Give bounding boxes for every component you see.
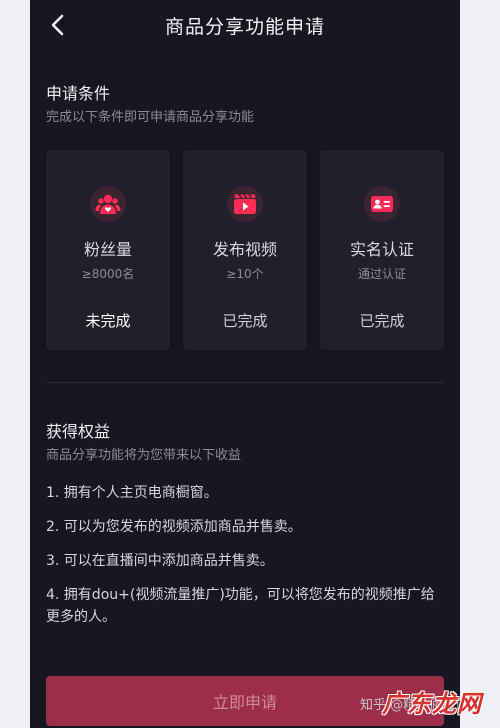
card-requirement: 通过认证 xyxy=(357,267,406,281)
card-name: 发布视频 xyxy=(212,240,277,259)
benefits-list: 1. 拥有个人主页电商橱窗。 2. 可以为您发布的视频添加商品并售卖。 3. 可… xyxy=(46,482,446,640)
fans-icon xyxy=(90,186,126,222)
condition-cards: 粉丝量 ≥8000名 未完成 发布视频 ≥10个 已完成 实名认证 通过认证 已… xyxy=(46,150,444,350)
card-name: 实名认证 xyxy=(349,240,414,259)
id-card-icon xyxy=(364,186,400,222)
section-divider xyxy=(46,382,444,383)
condition-card-video: 发布视频 ≥10个 已完成 xyxy=(183,150,307,350)
card-requirement: ≥8000名 xyxy=(81,267,135,281)
list-item: 1. 拥有个人主页电商橱窗。 xyxy=(46,485,218,501)
card-requirement: ≥10个 xyxy=(226,267,264,281)
phone-screen: 商品分享功能申请 申请条件 完成以下条件即可申请商品分享功能 粉丝量 ≥8000… xyxy=(30,0,460,728)
conditions-subtitle: 完成以下条件即可申请商品分享功能 xyxy=(46,110,255,125)
list-item: 2. 可以为您发布的视频添加商品并售卖。 xyxy=(46,519,302,535)
condition-card-fans: 粉丝量 ≥8000名 未完成 xyxy=(46,150,170,350)
status-badge: 已完成 xyxy=(222,312,268,330)
site-logo: 广东龙网 xyxy=(382,689,482,718)
card-name: 粉丝量 xyxy=(83,240,132,259)
status-badge: 未完成 xyxy=(85,312,131,330)
page-title: 商品分享功能申请 xyxy=(164,16,325,38)
benefits-subtitle: 商品分享功能将为您带来以下收益 xyxy=(46,448,242,463)
header-bar: 商品分享功能申请 xyxy=(30,0,460,50)
condition-card-identity: 实名认证 通过认证 已完成 xyxy=(320,150,444,350)
list-item: 3. 可以在直播间中添加商品并售卖。 xyxy=(46,553,274,569)
video-icon xyxy=(227,186,263,222)
benefits-title: 获得权益 xyxy=(46,422,111,441)
list-item: 4. 拥有dou+(视频流量推广)功能，可以将您发布的视频推广给更多的人。 xyxy=(46,587,435,625)
status-badge: 已完成 xyxy=(359,312,405,330)
conditions-title: 申请条件 xyxy=(46,84,111,103)
